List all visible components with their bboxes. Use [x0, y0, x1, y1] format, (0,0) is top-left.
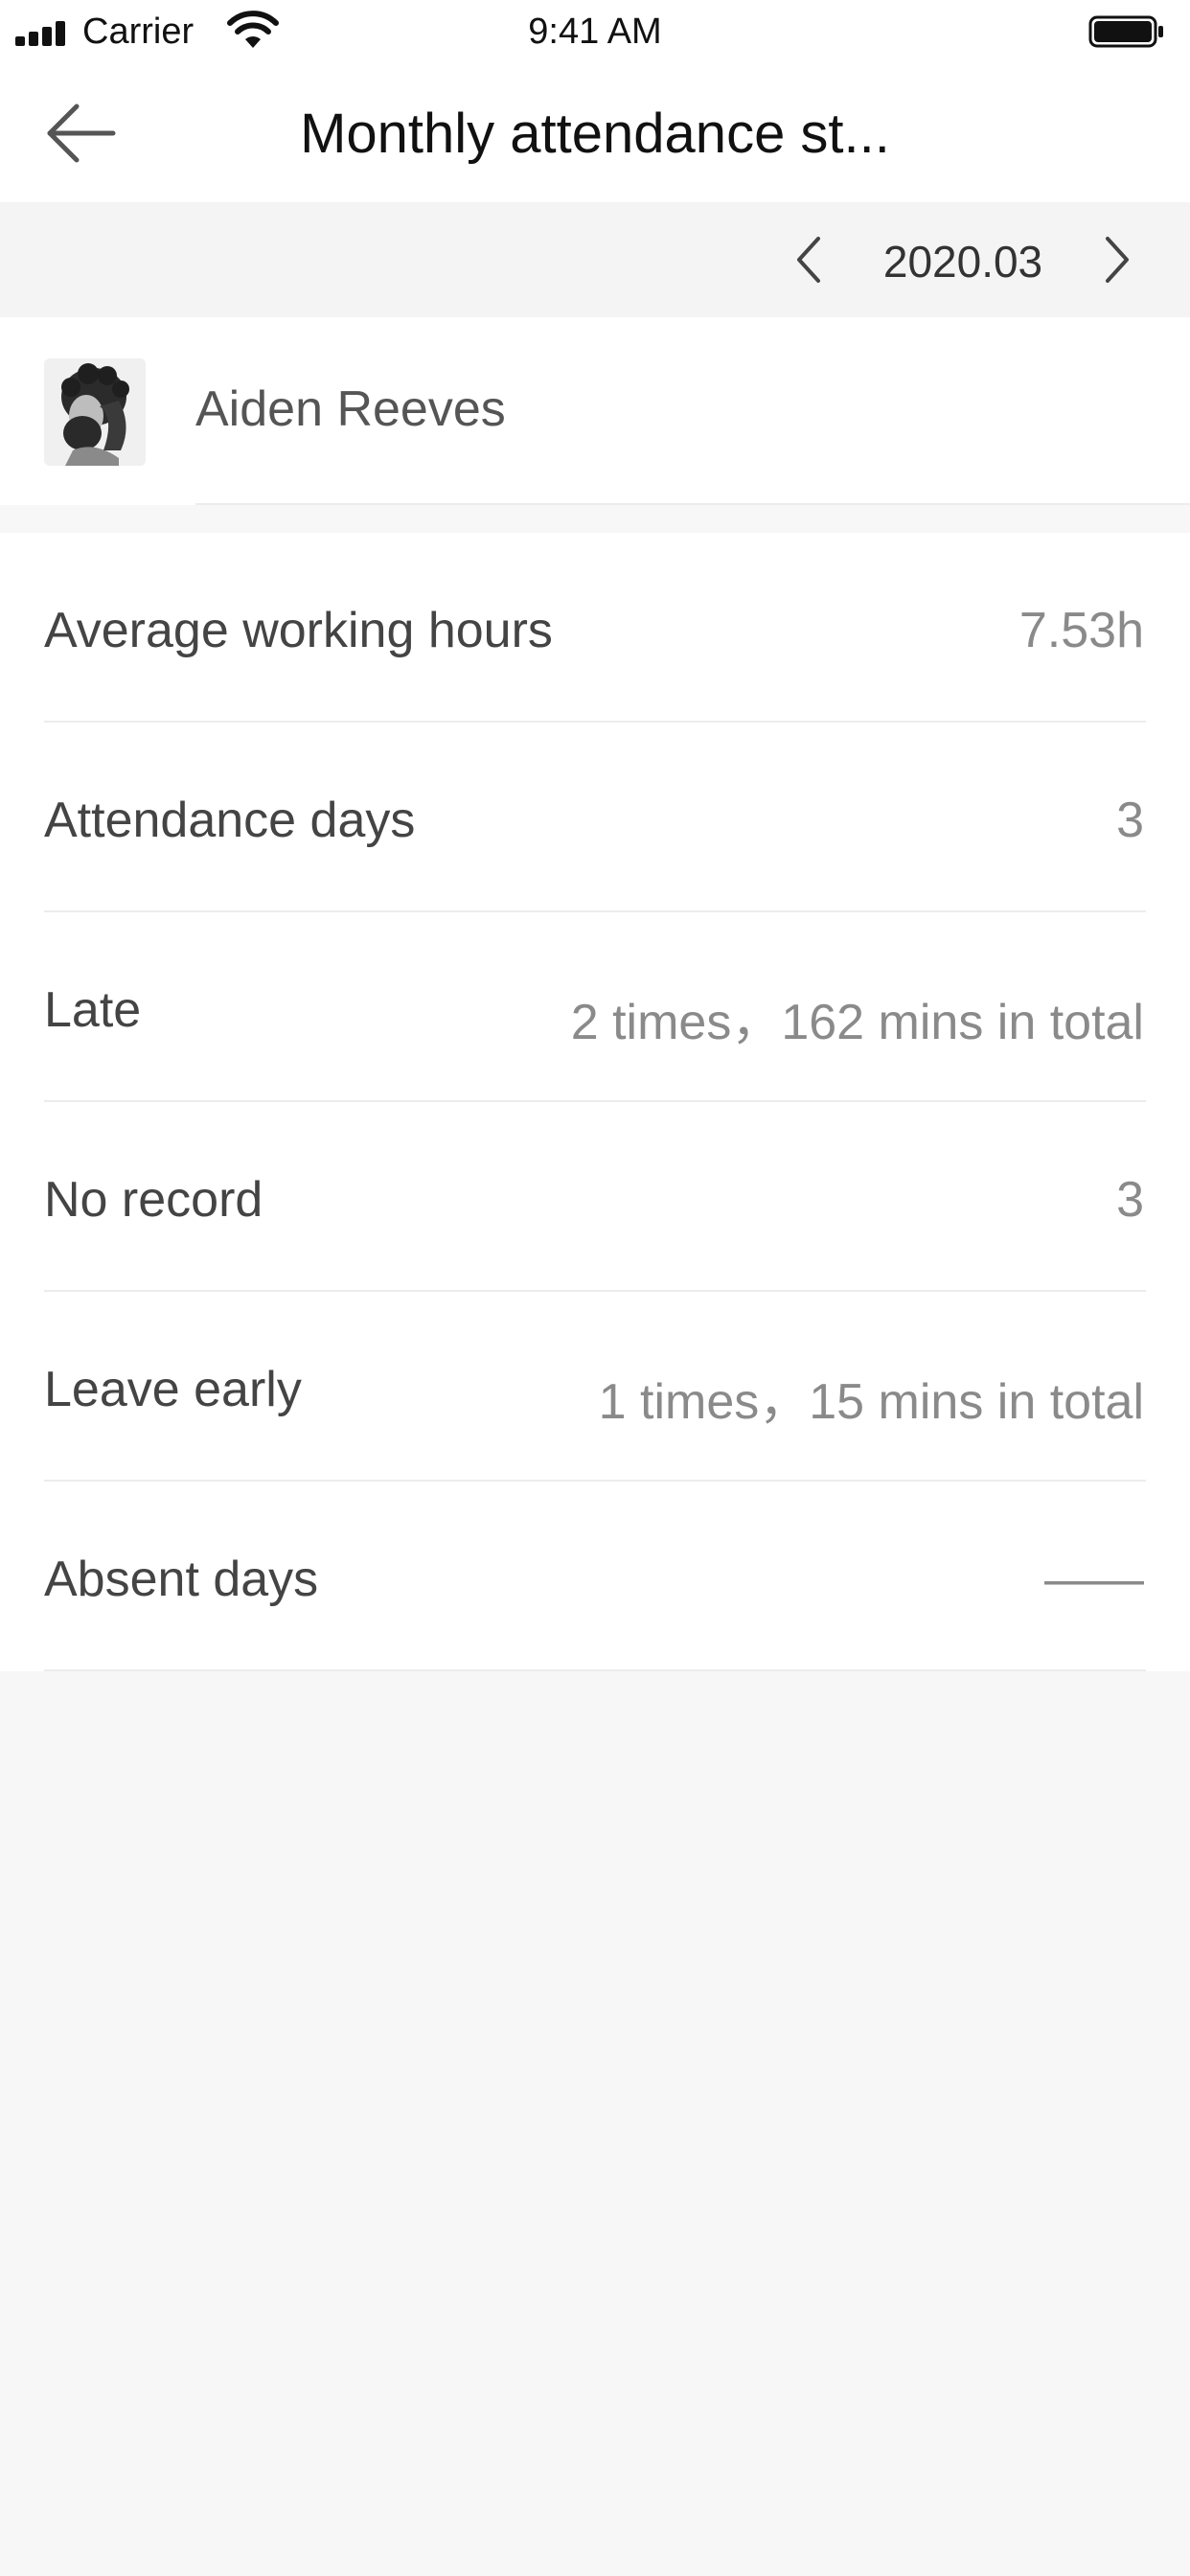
user-avatar	[44, 358, 146, 466]
status-time: 9:41 AM	[528, 12, 662, 52]
arrow-left-icon[interactable]	[38, 100, 125, 167]
stat-label: Leave early	[44, 1362, 302, 1417]
nav-bar: Monthly attendance st...	[0, 63, 1190, 202]
page-title: Monthly attendance st...	[300, 103, 890, 165]
stat-value: 2 times，162 mins in total	[570, 995, 1144, 1050]
stat-label: No record	[44, 1172, 263, 1228]
stat-value: 3	[1116, 1172, 1144, 1228]
month-selector: 2020.03	[0, 202, 1190, 317]
status-bar: Carrier 9:41 AM	[0, 0, 1190, 63]
divider	[44, 1669, 1146, 1671]
attendance-stats-list: Average working hours 7.53h Attendance d…	[0, 533, 1190, 1671]
stat-label: Average working hours	[44, 603, 553, 658]
chevron-right-icon[interactable]	[1092, 231, 1140, 288]
stat-row-no-record[interactable]: No record 3	[0, 1102, 1190, 1292]
stat-label: Absent days	[44, 1552, 319, 1607]
chevron-left-icon[interactable]	[786, 231, 834, 288]
user-row[interactable]: Aiden Reeves	[0, 317, 1190, 505]
user-name: Aiden Reeves	[195, 381, 506, 437]
battery-icon	[1088, 15, 1163, 48]
stat-value: ——	[1044, 1552, 1144, 1607]
avatar-image	[44, 358, 146, 466]
stat-value: 1 times，15 mins in total	[598, 1374, 1144, 1430]
stat-row-attendance-days[interactable]: Attendance days 3	[0, 723, 1190, 912]
stat-value: 7.53h	[1018, 603, 1144, 658]
stat-value: 3	[1116, 793, 1144, 848]
stat-label: Late	[44, 982, 142, 1038]
stat-row-average-working-hours[interactable]: Average working hours 7.53h	[0, 533, 1190, 723]
month-label: 2020.03	[882, 237, 1043, 287]
stat-label: Attendance days	[44, 793, 416, 848]
stat-row-absent-days[interactable]: Absent days ——	[0, 1482, 1190, 1671]
divider	[195, 503, 1190, 505]
stat-row-leave-early[interactable]: Leave early 1 times，15 mins in total	[0, 1292, 1190, 1482]
stat-row-late[interactable]: Late 2 times，162 mins in total	[0, 912, 1190, 1102]
